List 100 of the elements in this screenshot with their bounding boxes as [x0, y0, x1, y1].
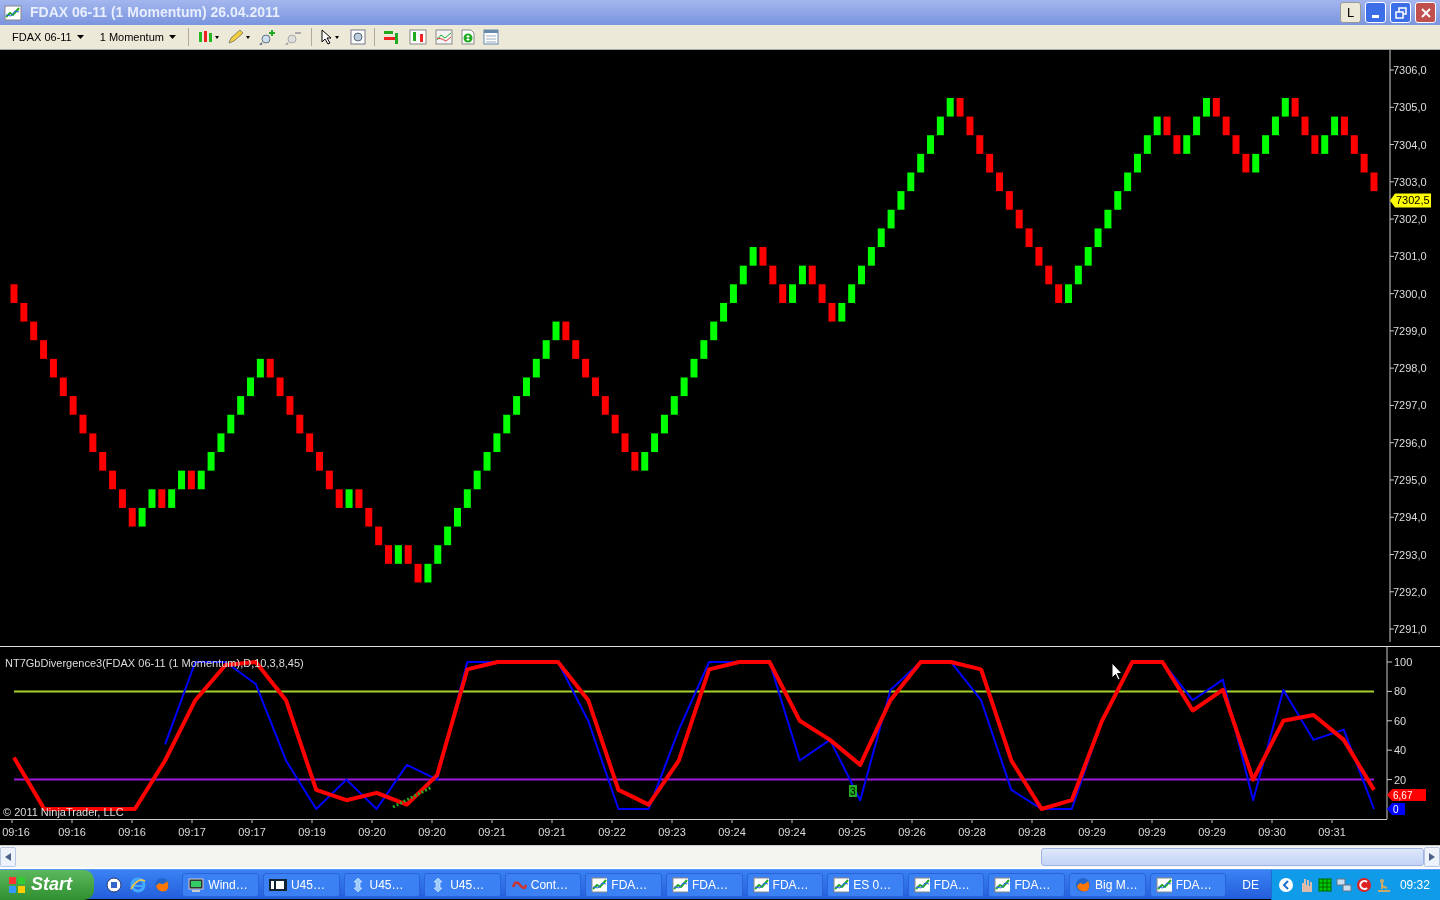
axis-label: 7295,0	[1393, 473, 1427, 486]
taskbar-button[interactable]: FDA…	[746, 872, 824, 897]
taskbar-button[interactable]: FDA…	[665, 872, 743, 897]
axis-label: 09:20	[418, 826, 446, 838]
axis-label: 80	[1394, 685, 1407, 698]
axis-label: 09:29	[1198, 826, 1226, 838]
restore-button[interactable]	[1390, 2, 1411, 23]
value-flag: 6,67	[1387, 789, 1426, 801]
axis-label: 09:17	[238, 826, 266, 838]
axis-label: 09:28	[958, 826, 986, 838]
axis-label: 09:16	[58, 826, 86, 838]
taskbar-button[interactable]: Big M…	[1069, 872, 1146, 897]
axis-label: 09:21	[538, 826, 566, 838]
chart-icon	[752, 876, 769, 893]
taskbar-button[interactable]: FDA…	[1149, 872, 1227, 897]
axis-label: 7306,0	[1393, 64, 1427, 76]
axis-label: 7298,0	[1393, 362, 1427, 375]
restore-icon	[1394, 6, 1407, 19]
caret-icon	[168, 35, 176, 39]
network-icon[interactable]	[1335, 876, 1352, 893]
browser-icon[interactable]	[130, 876, 147, 893]
scroll-right-button[interactable]	[1424, 846, 1440, 867]
chart-icon	[591, 876, 608, 893]
window-title: FDAX 06-11 (1 Momentum) 26.04.2011	[30, 3, 280, 22]
axis-label: 7291,0	[1393, 623, 1427, 636]
axis-label: 09:24	[778, 826, 806, 838]
axis-label: 7294,0	[1393, 511, 1427, 524]
signal-marker: 3	[849, 785, 857, 797]
axis-label: 7296,0	[1393, 436, 1427, 449]
taskbar-button[interactable]: FDA…	[988, 872, 1065, 897]
axis-label: 09:20	[358, 826, 386, 838]
chart-icon	[1155, 876, 1172, 893]
minimize-icon	[1372, 14, 1379, 18]
axis-label: 09:16	[2, 826, 30, 838]
monitor-icon	[188, 876, 205, 893]
bars-icon[interactable]	[382, 29, 401, 45]
last-price-flag: 7302,5	[1390, 193, 1431, 208]
close-icon	[1419, 6, 1432, 19]
axis-label: 7302,0	[1393, 213, 1427, 226]
right-arrow-icon	[1429, 852, 1435, 861]
taskbar-button[interactable]: Wind…	[182, 872, 259, 897]
scroll-left-button[interactable]	[0, 846, 16, 867]
axis-label: 09:28	[1018, 826, 1046, 838]
scroll-thumb[interactable]	[1041, 847, 1424, 866]
layout-button[interactable]: L	[1340, 2, 1361, 23]
axis-label: 60	[1394, 714, 1407, 727]
axis-label: 7299,0	[1393, 324, 1427, 337]
clock: 09:32	[1399, 876, 1430, 894]
axis-label: 09:29	[1138, 826, 1166, 838]
mouse-cursor-icon	[1111, 662, 1123, 681]
chart-icon	[833, 876, 850, 893]
taskbar-button[interactable]: U45…	[424, 872, 501, 897]
chart-icon	[671, 876, 688, 893]
axis-label: 09:21	[478, 826, 506, 838]
taskbar-button[interactable]: ES 0…	[827, 872, 904, 897]
windows-logo-icon	[8, 875, 26, 894]
axis-label: 09:17	[178, 826, 206, 838]
axis-label: 09:16	[118, 826, 146, 838]
chart-icon	[4, 4, 22, 21]
pointer-icon[interactable]	[319, 29, 342, 45]
axis-label: 7297,0	[1393, 399, 1427, 412]
axis-label: 7292,0	[1393, 585, 1427, 598]
axis-label: 7300,0	[1393, 287, 1427, 300]
app-icon	[268, 876, 287, 893]
taskbar-button[interactable]: U45…	[262, 872, 340, 897]
axis-label: 7305,0	[1393, 101, 1427, 114]
instrument-dropdown[interactable]: FDAX 06-11	[8, 28, 88, 46]
axis-label: 7304,0	[1393, 138, 1427, 151]
taskbar-button[interactable]: FDA…	[907, 872, 985, 897]
start-button[interactable]: Start	[0, 869, 95, 900]
zoom-box-icon[interactable]	[349, 29, 366, 45]
grid-icon[interactable]	[1317, 876, 1332, 893]
left-arrow-icon	[5, 852, 11, 861]
axis-label: 40	[1394, 744, 1407, 757]
panel-icon[interactable]	[482, 29, 499, 45]
candles-icon[interactable]	[408, 29, 427, 45]
zoom-in-icon[interactable]	[258, 29, 277, 45]
candlestick-icon[interactable]	[196, 29, 219, 45]
zoom-out-icon[interactable]	[284, 29, 303, 45]
axis-label: 7301,0	[1393, 250, 1427, 263]
chevron-icon[interactable]	[1277, 876, 1294, 893]
axis-label: 20	[1394, 773, 1407, 786]
taskbar-button[interactable]: Cont…	[504, 872, 582, 897]
line-chart-icon[interactable]	[434, 29, 453, 45]
minimize-button[interactable]	[1365, 2, 1386, 23]
axis-label: 09:26	[898, 826, 926, 838]
axis-label: 09:19	[298, 826, 326, 838]
period-dropdown[interactable]: 1 Momentum	[95, 28, 180, 46]
chart-icon	[913, 876, 930, 893]
axis-label: 09:31	[1318, 826, 1346, 838]
taskbar-button[interactable]: U45…	[343, 872, 421, 897]
axis-label: 09:22	[598, 826, 626, 838]
pencil-icon[interactable]	[226, 29, 251, 45]
divergence-line	[392, 785, 433, 809]
language-indicator[interactable]: DE	[1234, 875, 1267, 894]
axis-label: 7293,0	[1393, 548, 1427, 561]
taskbar-button[interactable]: FDA…	[585, 872, 662, 897]
axis-label: 100	[1394, 656, 1413, 668]
close-button[interactable]	[1415, 2, 1436, 23]
axis-label: 09:30	[1258, 826, 1286, 838]
